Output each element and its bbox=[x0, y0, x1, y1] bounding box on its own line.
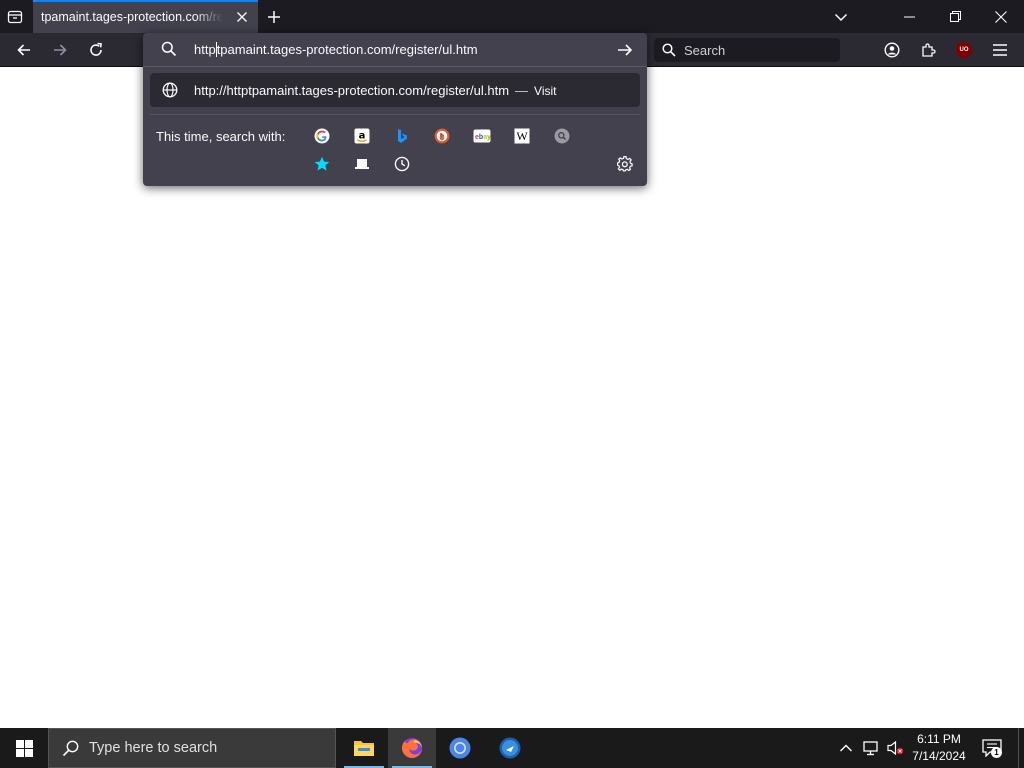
firefox-taskbar-icon[interactable] bbox=[388, 728, 436, 768]
back-button[interactable] bbox=[11, 38, 37, 62]
bookmarks-star-icon[interactable] bbox=[312, 154, 332, 174]
windows-start-icon[interactable] bbox=[0, 728, 48, 768]
google-engine-icon[interactable] bbox=[312, 126, 332, 146]
notification-center-icon[interactable]: 1 bbox=[980, 736, 1004, 760]
search-engine-icon[interactable] bbox=[552, 126, 572, 146]
bing-engine-icon[interactable] bbox=[392, 126, 412, 146]
reload-button[interactable] bbox=[83, 38, 109, 62]
taskbar-search-box[interactable]: Type here to search bbox=[48, 728, 336, 768]
search-icon bbox=[161, 41, 177, 62]
globe-icon bbox=[162, 82, 178, 103]
tab-active[interactable]: tpamaint.tages-protection.com/register/u… bbox=[33, 0, 258, 33]
urlbar-dropdown: httptpamaint.tages-protection.com/regist… bbox=[143, 33, 647, 186]
close-window-button[interactable] bbox=[978, 0, 1024, 33]
clock-date: 7/14/2024 bbox=[912, 749, 966, 763]
forward-button[interactable] bbox=[47, 38, 73, 62]
volume-muted-icon[interactable] bbox=[886, 738, 906, 758]
minimize-button[interactable] bbox=[886, 0, 932, 33]
url-text-after-caret: tpamaint.tages-protection.com/register/u… bbox=[216, 42, 478, 57]
duckduckgo-engine-icon[interactable] bbox=[432, 126, 452, 146]
suggestion-url: http://httptpamaint.tages-protection.com… bbox=[194, 83, 557, 98]
history-clock-icon[interactable] bbox=[392, 154, 412, 174]
new-tab-button[interactable] bbox=[264, 7, 284, 27]
svg-text:W: W bbox=[516, 129, 528, 143]
suggestion-url-text: http://httptpamaint.tages-protection.com… bbox=[194, 83, 510, 98]
network-icon[interactable] bbox=[861, 738, 881, 758]
taskbar-search-placeholder: Type here to search bbox=[89, 740, 218, 756]
search-icon bbox=[62, 740, 79, 756]
url-input-text: httptpamaint.tages-protection.com/regist… bbox=[194, 42, 478, 57]
url-suggestion-row[interactable]: http://httptpamaint.tages-protection.com… bbox=[150, 73, 640, 107]
ublock-origin-icon[interactable]: UO bbox=[951, 38, 977, 62]
tab-title: tpamaint.tages-protection.com/register/u… bbox=[41, 9, 223, 24]
url-text-before-caret: http bbox=[194, 42, 216, 57]
tab-strip: tpamaint.tages-protection.com/register/u… bbox=[0, 0, 1024, 33]
search-settings-gear-icon[interactable] bbox=[615, 154, 635, 174]
show-hidden-icons-chevron-up-icon[interactable] bbox=[836, 738, 856, 758]
chromium-taskbar-icon[interactable] bbox=[436, 728, 484, 768]
notification-count-badge: 1 bbox=[991, 747, 1002, 758]
amazon-engine-icon[interactable]: a bbox=[352, 126, 372, 146]
firefox-view-icon[interactable] bbox=[5, 7, 25, 27]
ublock-badge-label: UO bbox=[956, 42, 972, 58]
search-icon bbox=[662, 43, 676, 57]
show-desktop-button[interactable] bbox=[1018, 728, 1024, 768]
media-player-taskbar-icon[interactable] bbox=[486, 728, 534, 768]
tabs-icon[interactable] bbox=[352, 154, 372, 174]
divider bbox=[150, 114, 640, 115]
close-tab-icon[interactable] bbox=[234, 9, 250, 25]
url-input[interactable]: httptpamaint.tages-protection.com/regist… bbox=[143, 33, 647, 66]
account-icon[interactable] bbox=[879, 38, 905, 62]
ebay-engine-icon[interactable]: ebay bbox=[472, 126, 492, 146]
one-off-search-label: This time, search with: bbox=[156, 129, 286, 144]
restore-button[interactable] bbox=[932, 0, 978, 33]
svg-text:a: a bbox=[359, 131, 366, 142]
list-all-tabs-chevron-down-icon[interactable] bbox=[830, 6, 852, 28]
divider bbox=[143, 66, 647, 67]
suggestion-action: Visit bbox=[534, 84, 557, 98]
system-clock[interactable]: 6:11 PM 7/14/2024 bbox=[908, 731, 970, 765]
svg-text:ebay: ebay bbox=[475, 134, 491, 141]
file-explorer-taskbar-icon[interactable] bbox=[340, 728, 388, 768]
wikipedia-engine-icon[interactable]: W bbox=[512, 126, 532, 146]
search-bar-placeholder: Search bbox=[684, 42, 726, 58]
hamburger-menu-icon[interactable] bbox=[987, 38, 1013, 62]
go-arrow-icon[interactable] bbox=[615, 41, 635, 59]
extensions-puzzle-icon[interactable] bbox=[915, 38, 941, 62]
suggestion-separator: — bbox=[515, 83, 529, 98]
windows-taskbar: Type here to search 6:11 PM 7/14/2024 1 bbox=[0, 728, 1024, 768]
clock-time: 6:11 PM bbox=[917, 732, 961, 746]
search-bar[interactable]: Search bbox=[654, 38, 840, 62]
